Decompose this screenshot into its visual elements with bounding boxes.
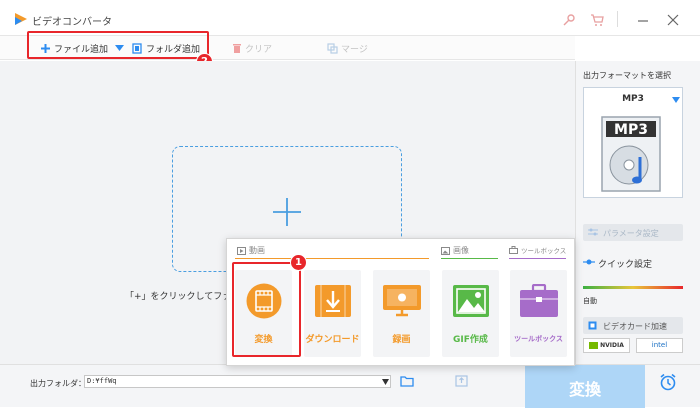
tile-screen-record-label: 録画 xyxy=(392,335,411,345)
chevron-down-icon[interactable] xyxy=(382,379,389,385)
title-divider xyxy=(617,11,618,27)
callout-frame-toolbar xyxy=(27,31,209,59)
format-card[interactable]: MP3 MP3 xyxy=(583,87,683,198)
merge-icon xyxy=(327,42,338,54)
category-image: 画像 xyxy=(441,245,469,256)
output-path-field[interactable]: D:¥ffWq xyxy=(84,375,391,388)
merge-button[interactable]: マージ xyxy=(327,41,368,55)
tile-download[interactable]: ダウンロード xyxy=(304,270,361,357)
minimize-icon[interactable] xyxy=(636,13,650,27)
key-icon[interactable] xyxy=(562,13,576,27)
nvidia-badge: NVIDIA xyxy=(583,338,630,353)
mp3-file-icon: MP3 xyxy=(601,116,661,192)
gpu-accel-button[interactable]: ビデオカード加速 xyxy=(583,317,683,334)
folder-open-icon[interactable] xyxy=(400,375,414,387)
clear-button[interactable]: クリア xyxy=(232,41,272,55)
quality-slider[interactable] xyxy=(583,286,683,289)
intel-label: intel xyxy=(651,341,668,349)
image-category-line xyxy=(441,258,498,259)
category-video-label: 動画 xyxy=(249,246,265,255)
tile-toolbox-label: ツールボックス xyxy=(514,335,563,343)
callout-badge-1: 1 xyxy=(290,254,307,271)
tile-screen-record[interactable]: 録画 xyxy=(373,270,430,357)
convert-button[interactable]: 変換 xyxy=(525,365,645,408)
chevron-down-icon[interactable] xyxy=(672,97,680,103)
tile-download-label: ダウンロード xyxy=(305,335,360,345)
category-toolbox-label: ツールボックス xyxy=(521,247,567,255)
format-value: MP3 xyxy=(622,94,644,104)
video-category-line xyxy=(235,258,429,259)
category-video: 動画 xyxy=(237,245,265,256)
download-icon xyxy=(315,285,351,317)
tile-gif-maker-label: GIF作成 xyxy=(453,335,488,345)
intel-badge: intel xyxy=(636,338,683,353)
export-icon[interactable] xyxy=(455,375,468,387)
image-category-icon xyxy=(441,246,450,255)
image-icon xyxy=(453,285,489,317)
app-logo-icon xyxy=(15,13,27,25)
tile-toolbox[interactable]: ツールボックス xyxy=(510,270,567,357)
window-title: ビデオコンバータ xyxy=(32,17,112,28)
quick-settings-icon xyxy=(583,259,595,265)
quick-settings-label: クイック設定 xyxy=(598,260,653,270)
bottom-bar: 出力フォルダ： D:¥ffWq 変換 xyxy=(0,364,700,408)
screen-record-icon xyxy=(383,285,421,317)
category-image-label: 画像 xyxy=(453,246,469,255)
gpu-accel-label: ビデオカード加速 xyxy=(603,322,667,331)
video-category-icon xyxy=(237,246,246,255)
sliders-icon xyxy=(588,228,598,236)
param-settings-label: パラメータ設定 xyxy=(603,229,659,238)
tile-gif-maker[interactable]: GIF作成 xyxy=(442,270,499,357)
alarm-clock-icon[interactable] xyxy=(658,372,678,392)
close-icon[interactable] xyxy=(666,13,680,27)
merge-label: マージ xyxy=(341,44,368,55)
category-toolbox: ツールボックス xyxy=(509,245,566,255)
right-panel: 出力フォーマットを選択 MP3 MP3 パラメータ設定 クイック設定 自動 ビデ… xyxy=(575,61,700,364)
format-title: 出力フォーマットを選択 xyxy=(583,71,671,80)
checkbox-icon[interactable] xyxy=(588,321,597,330)
nvidia-logo-icon xyxy=(589,342,599,349)
toolbox-category-line xyxy=(509,258,566,259)
toolbox-icon xyxy=(520,284,558,317)
output-path-value: D:¥ffWq xyxy=(87,377,117,385)
cart-icon[interactable] xyxy=(590,13,604,27)
trash-icon xyxy=(233,43,241,53)
mp3-badge-text: MP3 xyxy=(614,122,648,138)
callout-frame-convert xyxy=(232,262,301,357)
drop-hint-text: 「+」をクリックしてファイ xyxy=(125,292,241,302)
clear-label: クリア xyxy=(245,44,273,55)
param-settings-button[interactable]: パラメータ設定 xyxy=(583,224,683,241)
convert-label: 変換 xyxy=(568,380,601,399)
nvidia-label: NVIDIA xyxy=(600,342,624,349)
auto-label: 自動 xyxy=(583,297,597,305)
add-plus-icon[interactable] xyxy=(270,195,304,229)
toolbox-category-icon xyxy=(509,246,518,254)
output-folder-label: 出力フォルダ： xyxy=(30,379,86,388)
